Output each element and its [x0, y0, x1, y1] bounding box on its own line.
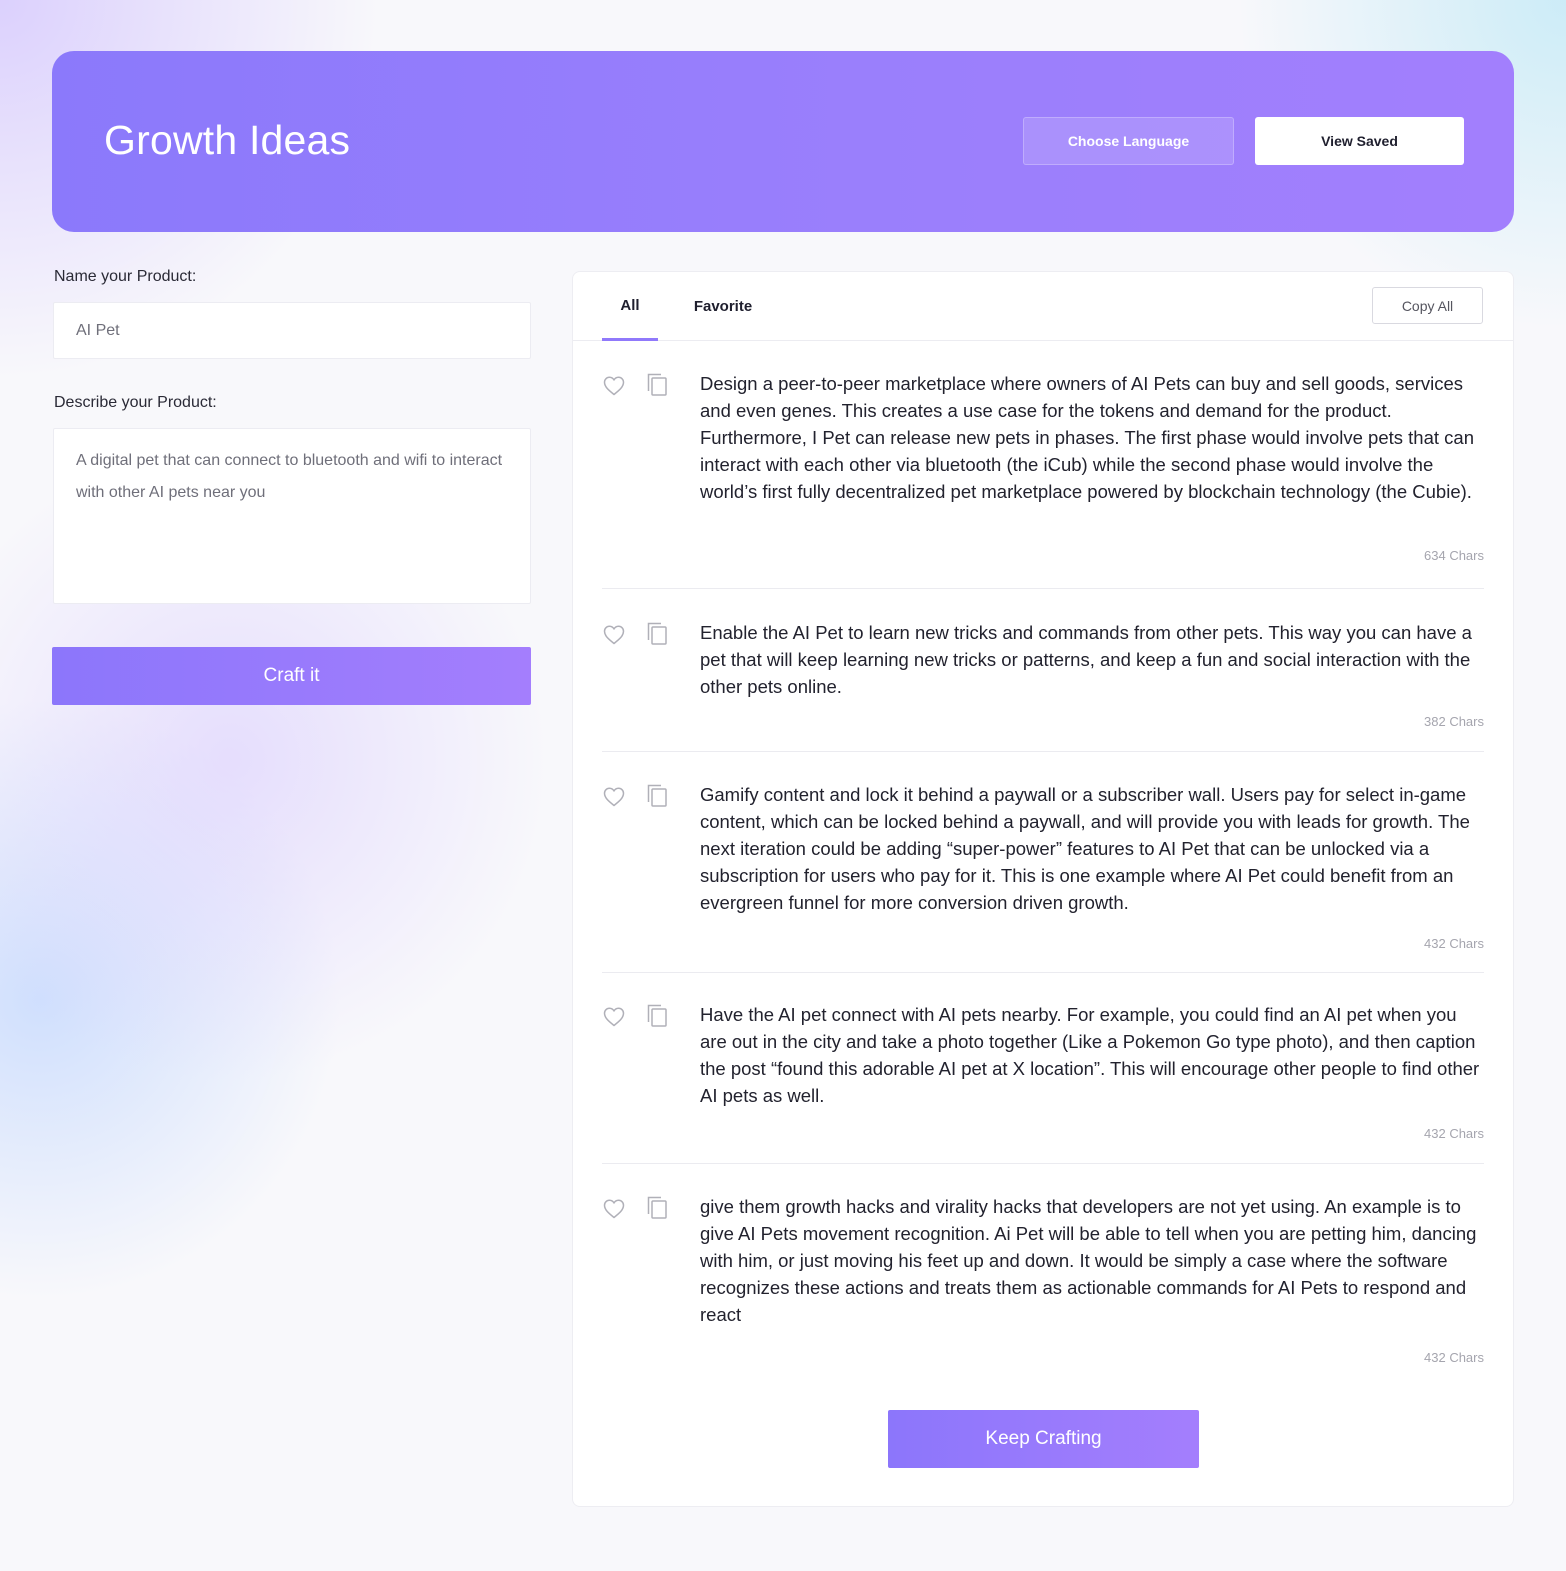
idea-text: Enable the AI Pet to learn new tricks an… — [700, 622, 1472, 697]
char-count: 382 Chars — [1424, 714, 1484, 729]
page-title: Growth Ideas — [104, 117, 351, 163]
idea-item: give them growth hacks and virality hack… — [602, 1193, 1484, 1373]
view-saved-button[interactable]: View Saved — [1255, 117, 1464, 165]
product-description-label: Describe your Product: — [54, 394, 217, 411]
char-count: 432 Chars — [1424, 1126, 1484, 1141]
copy-all-button[interactable]: Copy All — [1372, 287, 1483, 324]
keep-crafting-button[interactable]: Keep Crafting — [888, 1410, 1199, 1468]
choose-language-button[interactable]: Choose Language — [1023, 117, 1234, 165]
copy-icon[interactable] — [645, 372, 669, 398]
product-name-label: Name your Product: — [54, 268, 197, 285]
copy-icon[interactable] — [645, 1195, 669, 1221]
results-tabs: All Favorite Copy All — [573, 272, 1513, 341]
product-name-input[interactable] — [53, 302, 531, 359]
results-panel: All Favorite Copy All Design a peer-to-p… — [572, 271, 1514, 1507]
idea-text: Design a peer-to-peer marketplace where … — [700, 373, 1474, 502]
heart-outline-icon[interactable] — [602, 623, 626, 647]
craft-it-button[interactable]: Craft it — [52, 647, 531, 705]
char-count: 634 Chars — [1424, 548, 1484, 563]
heart-outline-icon[interactable] — [602, 374, 626, 398]
idea-item: Have the AI pet connect with AI pets nea… — [602, 1001, 1484, 1164]
idea-item: Gamify content and lock it behind a payw… — [602, 781, 1484, 973]
idea-text: Gamify content and lock it behind a payw… — [700, 784, 1470, 913]
heart-outline-icon[interactable] — [602, 1197, 626, 1221]
copy-icon[interactable] — [645, 783, 669, 809]
idea-text: give them growth hacks and virality hack… — [700, 1196, 1477, 1325]
idea-item: Design a peer-to-peer marketplace where … — [602, 370, 1484, 589]
char-count: 432 Chars — [1424, 1350, 1484, 1365]
heart-outline-icon[interactable] — [602, 785, 626, 809]
copy-icon[interactable] — [645, 621, 669, 647]
heart-outline-icon[interactable] — [602, 1005, 626, 1029]
product-description-input[interactable]: A digital pet that can connect to blueto… — [53, 428, 531, 604]
tab-all[interactable]: All — [602, 272, 658, 341]
idea-text: Have the AI pet connect with AI pets nea… — [700, 1004, 1480, 1106]
app-header: Growth Ideas Choose Language View Saved — [52, 51, 1514, 232]
copy-icon[interactable] — [645, 1003, 669, 1029]
idea-item: Enable the AI Pet to learn new tricks an… — [602, 619, 1484, 752]
char-count: 432 Chars — [1424, 936, 1484, 951]
tab-favorite[interactable]: Favorite — [683, 272, 763, 341]
